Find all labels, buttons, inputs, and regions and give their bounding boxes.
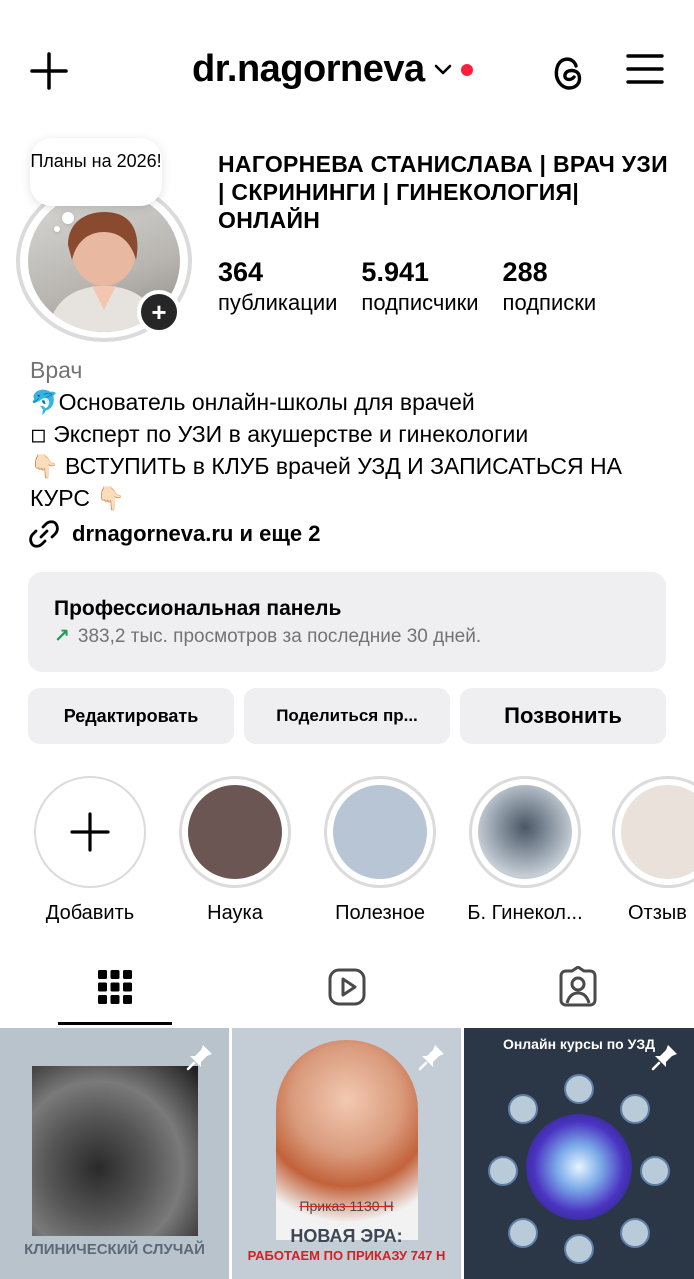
post-subtitle: РАБОТАЕМ ПО ПРИКАЗУ 747 Н <box>247 1248 446 1263</box>
profile-link[interactable]: drnagorneva.ru и еще 2 <box>28 518 321 550</box>
ultrasound-image <box>32 1066 198 1236</box>
bio-line: ◽ Эксперт по УЗИ в акушерстве и гинеколо… <box>30 421 529 447</box>
highlight-circle <box>612 776 694 888</box>
highlight-label: Полезное <box>335 902 425 924</box>
stat-value: 5.941 <box>361 257 429 287</box>
pin-icon <box>651 1045 677 1071</box>
profile-full-name: НАГОРНЕВА СТАНИСЛАВА | ВРАЧ УЗИ | СКРИНИ… <box>218 151 668 233</box>
pro-panel-subtitle: ↗ 383,2 тыс. просмотров за последние 30 … <box>54 624 640 650</box>
highlight-item[interactable]: Б. Гинекол... <box>467 776 583 925</box>
post-tile[interactable]: Приказ 1130 Н НОВАЯ ЭРА: РАБОТАЕМ ПО ПРИ… <box>232 1028 461 1279</box>
plus-icon <box>70 812 110 852</box>
post-center-graphic <box>526 1114 632 1220</box>
note-bubble-tail-small <box>54 226 60 232</box>
bio-line: 🐬Основатель онлайн-школы для врачей <box>30 389 475 415</box>
profile-category: Врач <box>30 357 83 383</box>
highlight-cover <box>478 785 572 879</box>
highlight-item[interactable]: Отзыв <box>612 776 694 925</box>
post-title: НОВАЯ ЭРА: <box>290 1226 403 1246</box>
create-plus-icon[interactable] <box>28 50 70 92</box>
pin-icon <box>186 1045 212 1071</box>
post-caption: КЛИНИЧЕСКИЙ СЛУЧАЙ <box>24 1241 205 1258</box>
pro-panel-title: Профессиональная панель <box>54 597 342 620</box>
highlight-circle <box>34 776 146 888</box>
trend-up-icon: ↗ <box>54 626 70 647</box>
edit-profile-button[interactable]: Редактировать <box>28 688 234 744</box>
diagram-node <box>508 1218 538 1248</box>
highlight-label: Добавить <box>45 902 135 924</box>
highlight-circle <box>469 776 581 888</box>
reels-tab-icon[interactable] <box>326 966 368 1008</box>
stat-value: 288 <box>502 257 548 287</box>
note-bubble[interactable]: Планы на 2026! <box>30 138 162 206</box>
highlight-item[interactable]: Наука <box>177 776 293 925</box>
chevron-down-icon <box>434 64 451 74</box>
notification-dot <box>460 63 473 76</box>
diagram-node <box>620 1094 650 1124</box>
tagged-tab-icon[interactable] <box>557 966 599 1008</box>
highlight-cover <box>333 785 427 879</box>
highlight-item[interactable]: Полезное <box>322 776 438 925</box>
diagram-node <box>488 1156 518 1186</box>
diagram-node <box>640 1156 670 1186</box>
stat-following[interactable]: 288 подписки <box>503 256 597 318</box>
pro-panel-views: 383,2 тыс. просмотров за последние 30 дн… <box>77 626 482 647</box>
highlight-label: Б. Гинекол... <box>467 902 583 924</box>
stat-followers[interactable]: 5.941 подписчики <box>361 256 478 318</box>
username: dr.nagorneva <box>192 48 425 90</box>
highlight-add[interactable]: Добавить <box>32 776 148 925</box>
highlight-circle <box>179 776 291 888</box>
note-text: Планы на 2026! <box>30 151 162 171</box>
stat-posts[interactable]: 364 публикации <box>218 256 337 318</box>
post-tile[interactable]: Онлайн курсы по УЗД <box>464 1028 694 1279</box>
professional-dashboard[interactable]: Профессиональная панель ↗ 383,2 тыс. про… <box>28 572 666 672</box>
menu-icon[interactable] <box>626 52 664 86</box>
diagram-node <box>564 1234 594 1264</box>
add-story-button[interactable]: + <box>137 290 181 334</box>
highlight-circle <box>324 776 436 888</box>
threads-icon[interactable] <box>546 48 588 94</box>
stat-value: 364 <box>218 257 264 287</box>
account-switcher[interactable]: dr.nagorneva <box>192 48 473 91</box>
highlight-cover <box>621 785 694 879</box>
post-strike-text: Приказ 1130 Н <box>299 1198 394 1214</box>
profile-bio: Врач 🐬Основатель онлайн-школы для врачей… <box>30 354 670 514</box>
profile-stats: 364 публикации 5.941 подписчики 288 подп… <box>218 256 596 318</box>
diagram-node <box>508 1094 538 1124</box>
link-icon <box>29 520 59 548</box>
diagram-node <box>564 1074 594 1104</box>
pin-icon <box>418 1045 444 1071</box>
bio-line: 👇🏻 ВСТУПИТЬ в КЛУБ врачей УЗД И ЗАПИСАТЬ… <box>30 453 622 511</box>
highlight-label: Отзыв <box>628 902 687 924</box>
grid-tab-icon[interactable] <box>94 966 136 1008</box>
link-text: drnagorneva.ru и еще 2 <box>72 521 321 546</box>
highlight-label: Наука <box>207 902 263 924</box>
stat-label: подписки <box>502 290 597 315</box>
active-tab-indicator <box>58 1022 172 1025</box>
highlight-cover <box>188 785 282 879</box>
note-bubble-tail <box>62 212 74 224</box>
share-profile-button[interactable]: Поделиться пр... <box>244 688 450 744</box>
stat-label: публикации <box>218 290 338 315</box>
top-header: dr.nagorneva <box>0 0 694 140</box>
stat-label: подписчики <box>361 290 479 315</box>
post-tile[interactable]: КЛИНИЧЕСКИЙ СЛУЧАЙ <box>0 1028 229 1279</box>
diagram-node <box>620 1218 650 1248</box>
call-button[interactable]: Позвонить <box>460 688 666 744</box>
